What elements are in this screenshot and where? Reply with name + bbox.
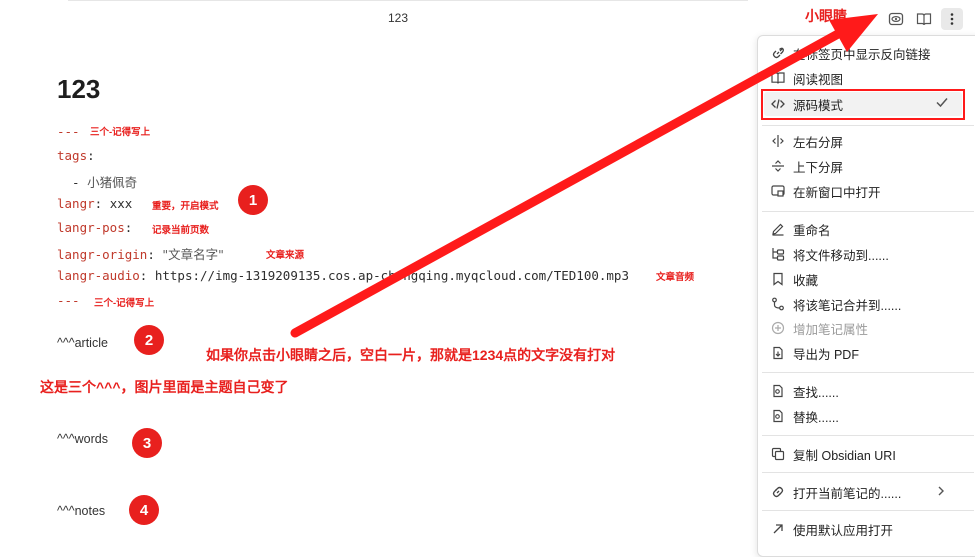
menu-item-rename[interactable]: 重命名 bbox=[769, 218, 831, 240]
menu-item-show-backlinks[interactable]: 在标签页中显示反向链接 bbox=[769, 42, 931, 64]
menu-item-bookmark[interactable]: 收藏 bbox=[769, 268, 818, 290]
heading-words: ^^^words bbox=[57, 432, 108, 446]
annotation-three-dash-1: 三个-记得写上 bbox=[90, 127, 151, 138]
plus-circle-icon bbox=[769, 319, 787, 337]
menu-item-open-with[interactable]: 打开当前笔记的...... bbox=[769, 481, 901, 503]
annotation-caret: 这是三个^^^，图片里面是主题自己变了 bbox=[40, 379, 289, 395]
langr-origin-value: "文章名字" bbox=[162, 247, 224, 262]
langr-line: langr: xxx bbox=[57, 196, 133, 211]
annotation-audio: 文章音频 bbox=[656, 272, 695, 283]
more-options-icon[interactable] bbox=[941, 8, 963, 30]
find-icon bbox=[769, 382, 787, 400]
langr-origin-key: langr-origin bbox=[57, 247, 148, 262]
menu-separator bbox=[762, 510, 974, 511]
menu-item-copy-uri[interactable]: 复制 Obsidian URI bbox=[769, 443, 896, 465]
menu-item-label: 替换...... bbox=[793, 410, 839, 425]
book-open-icon[interactable] bbox=[913, 8, 935, 30]
annotation-main: 如果你点击小眼睛之后，空白一片，那就是1234点的文字没有打对 bbox=[206, 347, 616, 363]
langr-pos-key: langr-pos bbox=[57, 220, 125, 235]
menu-item-label: 在标签页中显示反向链接 bbox=[793, 47, 931, 62]
menu-item-open-default-app[interactable]: 使用默认应用打开 bbox=[769, 518, 893, 540]
top-divider bbox=[68, 0, 748, 1]
langr-key: langr bbox=[57, 196, 95, 211]
badge-3: 3 bbox=[132, 428, 162, 458]
annotation-langr-pos: 记录当前页数 bbox=[152, 225, 210, 236]
merge-icon bbox=[769, 295, 787, 313]
menu-item-export-pdf[interactable]: 导出为 PDF bbox=[769, 342, 859, 364]
arrow-up-right-icon bbox=[769, 520, 787, 538]
menu-item-label: 收藏 bbox=[793, 273, 819, 288]
menu-item-find[interactable]: 查找...... bbox=[769, 380, 839, 402]
langr-pos-line: langr-pos: bbox=[57, 220, 133, 235]
reading-mode-eye-icon[interactable] bbox=[885, 8, 907, 30]
folder-tree-icon bbox=[769, 245, 787, 263]
menu-item-label: 重命名 bbox=[793, 223, 831, 238]
menu-item-merge-note[interactable]: 将该笔记合并到...... bbox=[769, 293, 901, 315]
note-tab-title: 123 bbox=[387, 11, 409, 25]
book-icon bbox=[769, 69, 787, 87]
menu-item-label: 打开当前笔记的...... bbox=[793, 486, 902, 501]
menu-item-label: 导出为 PDF bbox=[793, 347, 859, 362]
tags-key: tags bbox=[57, 148, 88, 163]
menu-item-move-file[interactable]: 将文件移动到...... bbox=[769, 243, 889, 265]
menu-separator bbox=[762, 472, 974, 473]
tag-item-line: - 小猪佩奇 bbox=[57, 175, 138, 190]
annotation-langr: 重要，开启模式 bbox=[152, 201, 219, 212]
pencil-icon bbox=[769, 220, 787, 238]
chevron-right-icon bbox=[935, 484, 947, 503]
highlight-box-source-mode bbox=[761, 89, 965, 120]
replace-icon bbox=[769, 407, 787, 425]
copy-icon bbox=[769, 445, 787, 463]
frontmatter-open: --- bbox=[57, 124, 80, 139]
tags-line: tags: bbox=[57, 148, 95, 163]
link-icon bbox=[769, 44, 787, 62]
langr-origin-line: langr-origin: "文章名字" bbox=[57, 247, 224, 262]
langr-audio-value: https://img-1319209135.cos.ap-chongqing.… bbox=[154, 268, 629, 283]
heading-notes: ^^^notes bbox=[57, 504, 106, 518]
export-icon bbox=[769, 344, 787, 362]
menu-separator bbox=[762, 372, 974, 373]
split-vertical-icon bbox=[769, 132, 787, 150]
badge-2: 2 bbox=[134, 325, 164, 355]
menu-item-open-new-window[interactable]: 在新窗口中打开 bbox=[769, 180, 881, 202]
badge-4: 4 bbox=[129, 495, 159, 525]
menu-item-split-right[interactable]: 左右分屏 bbox=[769, 130, 843, 152]
note-title: 123 bbox=[57, 74, 101, 104]
menu-item-label: 查找...... bbox=[793, 385, 839, 400]
annotation-eye-label: 小眼睛 bbox=[805, 8, 847, 24]
menu-item-label: 增加笔记属性 bbox=[793, 322, 869, 337]
menu-item-reading-view[interactable]: 阅读视图 bbox=[769, 67, 843, 89]
heading-article: ^^^article bbox=[57, 336, 108, 350]
split-horizontal-icon bbox=[769, 157, 787, 175]
menu-separator bbox=[762, 211, 974, 212]
menu-item-replace[interactable]: 替换...... bbox=[769, 405, 839, 427]
menu-item-label: 将该笔记合并到...... bbox=[793, 298, 902, 313]
badge-1: 1 bbox=[238, 185, 268, 215]
menu-item-label: 在新窗口中打开 bbox=[793, 185, 881, 200]
frontmatter-close: --- bbox=[57, 293, 80, 308]
annotation-origin: 文章来源 bbox=[266, 250, 305, 261]
langr-value: xxx bbox=[109, 196, 133, 211]
menu-item-label: 复制 Obsidian URI bbox=[793, 448, 896, 463]
menu-item-label: 阅读视图 bbox=[793, 72, 844, 87]
menu-item-add-property[interactable]: 增加笔记属性 bbox=[769, 317, 868, 339]
menu-item-split-down[interactable]: 上下分屏 bbox=[769, 155, 843, 177]
langr-audio-key: langr-audio bbox=[57, 268, 140, 283]
new-window-icon bbox=[769, 182, 787, 200]
langr-audio-line: langr-audio: https://img-1319209135.cos.… bbox=[57, 268, 629, 283]
menu-item-label: 上下分屏 bbox=[793, 160, 844, 175]
tag-item: 小猪佩奇 bbox=[87, 175, 138, 190]
bookmark-icon bbox=[769, 270, 787, 288]
menu-separator bbox=[762, 435, 974, 436]
menu-separator bbox=[762, 125, 974, 126]
menu-item-label: 将文件移动到...... bbox=[793, 248, 889, 263]
link-icon bbox=[769, 483, 787, 501]
menu-item-label: 左右分屏 bbox=[793, 135, 844, 150]
annotation-three-dash-2: 三个-记得写上 bbox=[94, 298, 155, 309]
menu-item-label: 使用默认应用打开 bbox=[793, 523, 894, 538]
